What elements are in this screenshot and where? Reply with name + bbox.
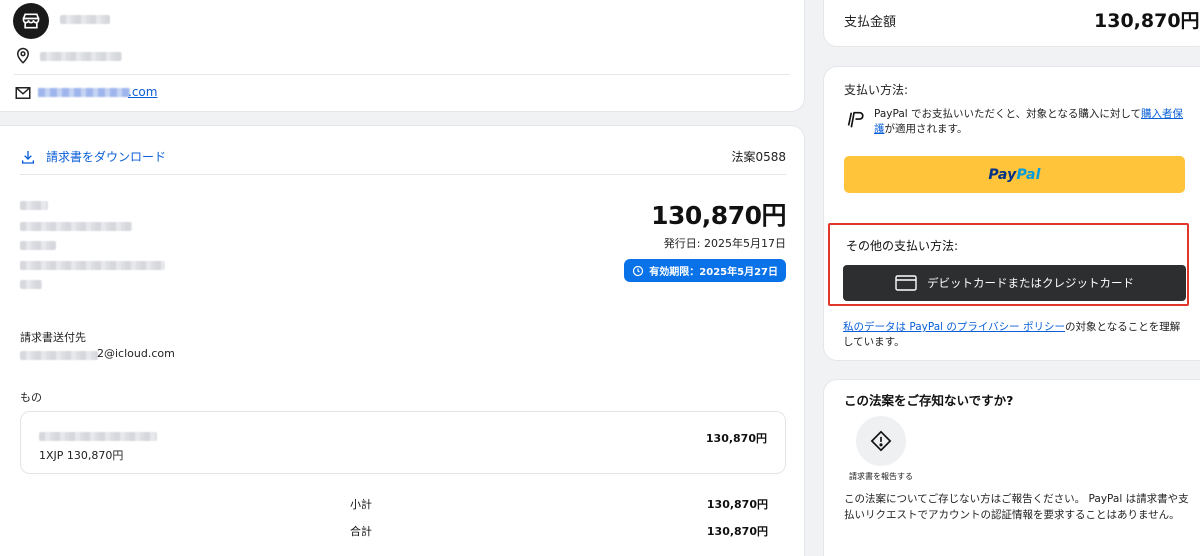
download-label: 請求書をダウンロード (46, 150, 167, 164)
debit-credit-card-button[interactable]: デビットカードまたはクレジットカード (843, 265, 1186, 301)
credit-card-icon (895, 275, 917, 291)
payment-total-amount: 130,870円 (1094, 10, 1200, 32)
send-to-email-redacted (20, 351, 98, 360)
mail-icon (15, 87, 31, 99)
merchant-card: .com (0, 0, 805, 112)
unknown-invoice-card: この法案をご存知ないですか? 請求書を報告する この法案についてご存じない方はご… (823, 379, 1200, 556)
divider (14, 74, 790, 75)
payment-total-card: 支払金額 130,870円 (823, 0, 1200, 47)
warning-diamond-icon (870, 430, 892, 452)
clock-icon (633, 265, 644, 276)
payment-method-card: 支払い方法: PayPal でお支払いいただくと、対象となる購入に対して購入者保… (823, 66, 1200, 361)
line-item: 1XJP 130,870円 130,870円 (20, 411, 786, 474)
unknown-invoice-text: この法案についてご存じない方はご報告ください。 PayPal は請求書や支払いリ… (844, 493, 1189, 521)
download-icon (22, 150, 34, 164)
divider (20, 174, 786, 175)
location-icon (16, 47, 30, 64)
send-to-email: 2@icloud.com (97, 347, 175, 360)
paypal-logo-pal: Pal (1016, 166, 1041, 183)
other-methods-title: その他の支払い方法: (846, 239, 959, 253)
billing-address-line-redacted (20, 241, 56, 250)
subtotal-row: 小計 130,870円 (350, 496, 768, 512)
issue-date: 発行日: 2025年5月17日 (663, 237, 786, 250)
invoice-amount: 130,870円 (651, 201, 786, 230)
privacy-policy-link[interactable]: 私のデータは PayPal のプライバシー ポリシー (843, 321, 1065, 333)
due-date-text: 有効期限：2025年5月27日 (649, 267, 778, 278)
payment-total-label: 支払金額 (844, 15, 897, 30)
merchant-name-redacted (60, 15, 110, 24)
paypal-protection-row: PayPal でお支払いいただくと、対象となる購入に対して購入者保護が適用されま… (844, 107, 1184, 137)
privacy-notice: 私のデータは PayPal のプライバシー ポリシーの対象となることを理解してい… (843, 320, 1188, 350)
send-to-label: 請求書送付先 (20, 331, 86, 344)
report-invoice-label: 請求書を報告する (849, 472, 913, 481)
item-quantity-price: 1XJP 130,870円 (39, 449, 124, 462)
item-price: 130,870円 (705, 432, 767, 445)
subtotal-label: 小計 (350, 498, 372, 511)
report-invoice-button[interactable] (856, 416, 906, 466)
paypal-p-icon (847, 111, 864, 128)
download-invoice-link[interactable]: 請求書をダウンロード (20, 148, 166, 165)
paypal-button[interactable]: PayPal (844, 156, 1185, 193)
invoice-number: 法案0588 (731, 150, 786, 164)
due-date-badge: 有効期限：2025年5月27日 (624, 259, 786, 282)
billing-address-line-redacted (20, 280, 42, 289)
paypal-text-part1: PayPal でお支払いいただくと、対象となる購入に対して (874, 108, 1142, 120)
billing-address-line-redacted (20, 222, 132, 231)
total-row: 合計 130,870円 (350, 523, 768, 539)
paypal-logo-pay: Pay (988, 166, 1017, 183)
item-name-redacted (39, 432, 157, 441)
subtotal-value: 130,870円 (706, 498, 768, 511)
billing-address-line-redacted (20, 261, 165, 270)
unknown-invoice-title: この法案をご存知ないですか? (844, 393, 1014, 408)
total-label: 合計 (350, 525, 372, 538)
store-icon (13, 3, 49, 39)
payment-method-title: 支払い方法: (844, 83, 909, 97)
card-button-label: デビットカードまたはクレジットカード (927, 276, 1134, 290)
billing-address-line-redacted (20, 201, 48, 210)
invoice-card: 請求書をダウンロード 法案0588 130,870円 発行日: 2025年5月1… (0, 125, 805, 556)
other-payment-methods: その他の支払い方法: デビットカードまたはクレジットカード (828, 223, 1189, 306)
total-value: 130,870円 (706, 525, 768, 538)
paypal-protection-text: PayPal でお支払いいただくと、対象となる購入に対して購入者保護が適用されま… (874, 107, 1184, 137)
paypal-text-part2: が適用されます。 (884, 123, 968, 135)
items-label: もの (20, 391, 42, 404)
merchant-email-redacted (38, 88, 130, 97)
merchant-email-link[interactable]: .com (128, 85, 157, 99)
paypal-logo: PayPal (988, 167, 1040, 183)
merchant-address-redacted (40, 52, 122, 61)
